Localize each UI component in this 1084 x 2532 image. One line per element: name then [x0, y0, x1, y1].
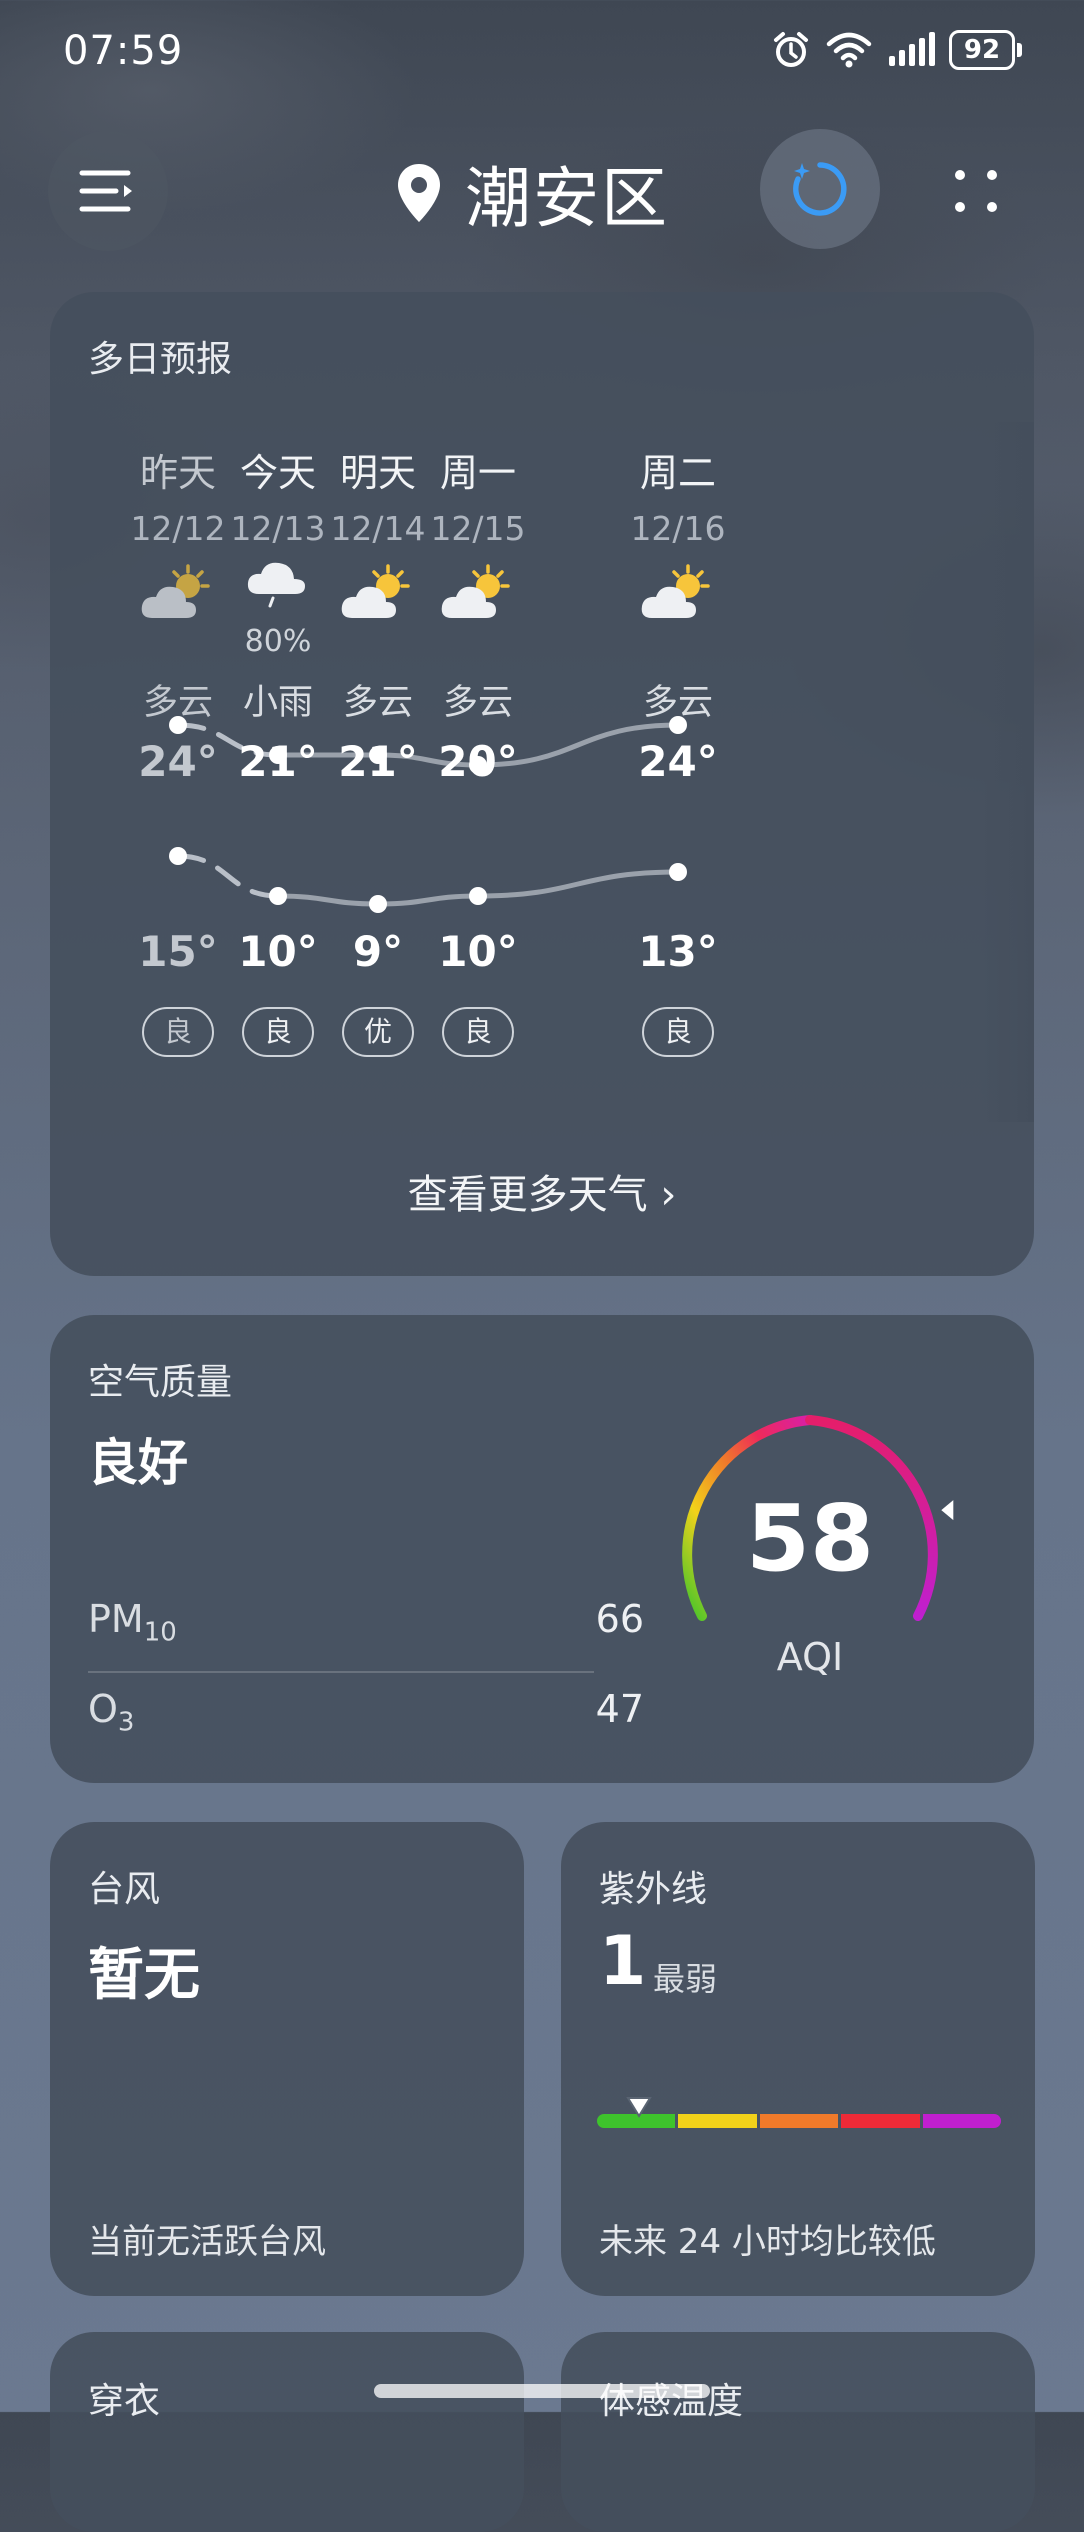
forecast-day[interactable]: 周一 12/15 多云 20° 10° 良 — [388, 442, 568, 1057]
low-temp-line-segment — [375, 893, 481, 907]
pm10-value: 66 — [595, 1597, 644, 1641]
forecast-card: 多日预报 昨天 12/12 多云 24° 15° 良 今天 12/13 80% … — [50, 292, 1034, 1276]
aqi-badge: 良 — [642, 1007, 714, 1057]
pm10-row: PM10 66 — [88, 1585, 644, 1665]
top-bar: 潮安区 — [0, 125, 1084, 255]
condition-label: 多云 — [442, 683, 513, 723]
low-temp-line-point — [369, 895, 387, 913]
air-quality-card[interactable]: 空气质量 良好 PM10 66 O3 47 58 AQI — [50, 1315, 1034, 1783]
low-temp-line-segment — [175, 853, 281, 899]
low-temp-line-point — [669, 863, 687, 881]
uv-title: 紫外线 — [599, 1869, 708, 1910]
aqi-value: 58 — [745, 1485, 875, 1592]
typhoon-value: 暂无 — [88, 1943, 200, 2008]
forecast-title: 多日预报 — [88, 339, 233, 380]
typhoon-footer: 当前无活跃台风 — [88, 2222, 326, 2262]
feels-like-title: 体感温度 — [599, 2381, 744, 2422]
status-time: 07:59 — [63, 28, 184, 74]
clothing-title: 穿衣 — [88, 2381, 161, 2422]
typhoon-title: 台风 — [88, 1869, 161, 1910]
menu-icon — [79, 170, 132, 212]
aqi-badge: 良 — [442, 1007, 514, 1057]
low-temp: 13° — [638, 927, 718, 976]
air-quality-title: 空气质量 — [88, 1362, 233, 1403]
uv-scale-segment — [841, 2114, 920, 2128]
high-temp: 24° — [638, 737, 718, 786]
refresh-button[interactable] — [760, 129, 880, 249]
menu-button[interactable] — [48, 131, 168, 251]
partly-cloudy-icon — [338, 562, 418, 630]
o3-value: 47 — [595, 1687, 644, 1731]
day-label: 周一 — [439, 451, 516, 495]
partly-cloudy-icon — [138, 562, 218, 630]
day-date: 12/16 — [630, 509, 726, 548]
aqi-label: AQI — [776, 1635, 844, 1679]
clothing-card[interactable]: 穿衣 — [50, 2332, 524, 2532]
location-name: 潮安区 — [465, 160, 669, 237]
home-indicator[interactable] — [374, 2384, 710, 2398]
status-icons: 92 — [771, 30, 1022, 70]
light-rain-icon — [243, 554, 313, 614]
o3-label: O3 — [88, 1687, 135, 1738]
refresh-loader-icon — [793, 162, 847, 216]
forecast-day[interactable]: 周二 12/16 多云 24° 13° 良 — [588, 442, 768, 1057]
uv-index: 1 — [599, 1922, 647, 2001]
day-date: 12/15 — [430, 509, 526, 548]
uv-scale-segment — [759, 2114, 839, 2128]
forecast-days: 昨天 12/12 多云 24° 15° 良 今天 12/13 80% 小雨 21… — [50, 442, 1034, 1057]
high-temp: 20° — [438, 737, 518, 786]
more-weather-link[interactable]: 查看更多天气 › — [50, 1162, 1034, 1220]
uv-card[interactable]: 紫外线 1 最弱 未来 24 小时均比较低 — [561, 1822, 1035, 2296]
pm10-label: PM10 — [88, 1597, 177, 1648]
partly-cloudy-icon — [638, 562, 718, 630]
day-label: 周二 — [639, 451, 716, 495]
air-quality-status: 良好 — [88, 1434, 188, 1492]
aqi-badge: 良 — [142, 1007, 214, 1057]
partly-cloudy-icon — [438, 562, 518, 630]
uv-scale — [597, 2114, 1002, 2128]
typhoon-card[interactable]: 台风 暂无 当前无活跃台风 — [50, 1822, 524, 2296]
alarm-icon — [774, 32, 808, 67]
aqi-badge: 良 — [242, 1007, 314, 1057]
uv-level: 最弱 — [653, 1960, 718, 1998]
chevron-right-icon: › — [647, 1172, 677, 1218]
uv-scale-segment — [922, 2114, 1002, 2128]
aq-divider — [88, 1671, 594, 1673]
o3-row: O3 47 — [88, 1675, 644, 1755]
more-grid-icon — [955, 170, 997, 212]
scroll-fade — [979, 422, 1034, 1122]
condition-label: 多云 — [642, 683, 713, 723]
battery-level: 92 — [949, 30, 1015, 70]
low-temp-line-segment — [275, 893, 381, 907]
uv-footer: 未来 24 小时均比较低 — [599, 2222, 936, 2262]
status-bar: 07:59 92 — [0, 0, 1084, 110]
low-temp-line-point — [169, 847, 187, 865]
feels-like-card[interactable]: 体感温度 — [561, 2332, 1035, 2532]
signal-icon — [889, 32, 935, 66]
uv-scale-segment — [678, 2114, 757, 2128]
wifi-icon — [826, 32, 872, 68]
low-temp-line-point — [269, 887, 287, 905]
uv-marker-icon — [626, 2097, 653, 2118]
low-temp-line-segment — [475, 869, 681, 899]
location-pin-icon — [398, 164, 440, 222]
aqi-badge: 优 — [342, 1007, 414, 1057]
battery-icon: 92 — [949, 30, 1022, 70]
low-temp: 10° — [438, 927, 518, 976]
more-weather-label: 查看更多天气 — [407, 1172, 648, 1218]
more-button[interactable] — [930, 145, 1020, 235]
low-temp-line-point — [469, 887, 487, 905]
location-selector[interactable]: 潮安区 — [395, 145, 669, 241]
